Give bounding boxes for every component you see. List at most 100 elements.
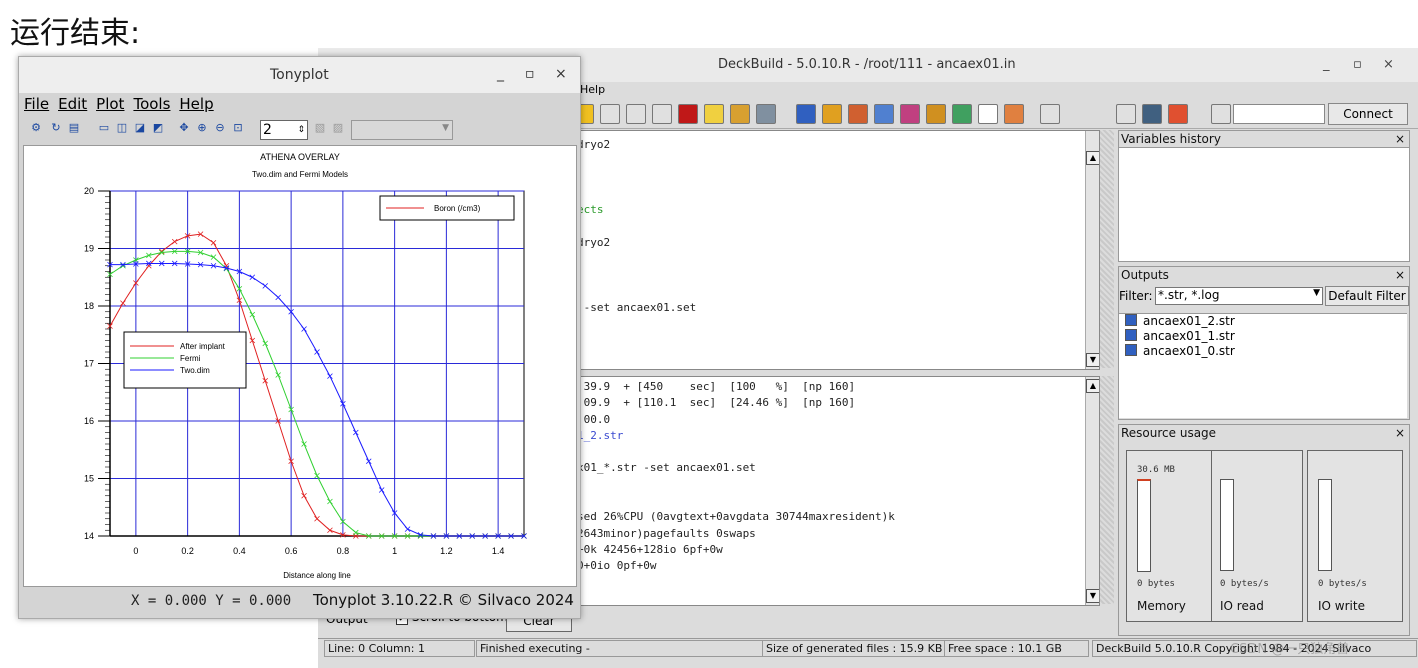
tt-overlay-icon[interactable]: ◪	[133, 121, 147, 135]
tool-next-icon[interactable]	[626, 104, 646, 124]
tony-menu-file[interactable]: File	[24, 95, 49, 113]
tony-minimize-icon[interactable]: _	[497, 66, 504, 82]
tonyplot-menubar: File Edit Plot Tools Help	[19, 93, 580, 115]
tt-prev-icon[interactable]: ▧	[313, 121, 327, 135]
io-write-base: 0 bytes/s	[1318, 579, 1367, 589]
outputs-close-icon[interactable]: ×	[1395, 267, 1405, 283]
tool-table-icon[interactable]	[1142, 104, 1162, 124]
x-tick-label: 1.4	[492, 546, 505, 556]
tool-editor-icon[interactable]	[874, 104, 894, 124]
outputs-panel: Outputs × Filter: *.str, *.log ▼ Default…	[1118, 266, 1410, 420]
tony-menu-tools[interactable]: Tools	[133, 95, 170, 113]
x-tick-label: 0.6	[285, 546, 298, 556]
variables-history-title: Variables history	[1121, 132, 1221, 146]
server-select[interactable]	[1233, 104, 1325, 124]
tool-window-icon[interactable]	[1040, 104, 1060, 124]
tool-folder-icon[interactable]	[730, 104, 750, 124]
output-file-name: ancaex01_0.str	[1143, 344, 1235, 358]
tonyplot-window: Tonyplot _ ▫ × File Edit Plot Tools Help ⚙ ↻…	[18, 56, 581, 619]
zoom-stepper[interactable]: 2 ⇕	[260, 120, 308, 140]
tt-next-icon[interactable]: ▨	[331, 121, 345, 135]
tt-cut-icon[interactable]: ◩	[151, 121, 165, 135]
menu-help[interactable]: Help	[580, 83, 605, 96]
minimize-icon[interactable]: _	[1323, 57, 1330, 72]
tool-mask-icon[interactable]	[900, 104, 920, 124]
tool-color-icon[interactable]	[1168, 104, 1188, 124]
legend-label: Fermi	[180, 354, 201, 363]
tt-pan-icon[interactable]: ✥	[177, 121, 191, 135]
tool-variable-icon[interactable]	[1116, 104, 1136, 124]
variables-history-panel: Variables history ×	[1118, 130, 1410, 262]
tool-stop-icon[interactable]	[678, 104, 698, 124]
output-scroll-up-icon[interactable]: ▲	[1086, 379, 1099, 393]
tool-tonyplot-icon[interactable]	[796, 104, 816, 124]
variables-history-header: Variables history ×	[1119, 131, 1409, 148]
memory-meter: 30.6 MB 0 bytes Memory	[1126, 450, 1212, 622]
tt-props-icon[interactable]: ⚙	[29, 121, 43, 135]
tony-maximize-icon[interactable]: ▫	[525, 66, 535, 82]
x-axis-label: Distance along line	[283, 571, 351, 580]
filter-select[interactable]: *.str, *.log ▼	[1155, 287, 1323, 305]
resource-usage-header: Resource usage ×	[1119, 425, 1409, 441]
tool-avp2-icon[interactable]	[1004, 104, 1024, 124]
io-read-base: 0 bytes/s	[1220, 579, 1269, 589]
tool-step-icon[interactable]	[600, 104, 620, 124]
maximize-icon[interactable]: ▫	[1353, 57, 1362, 72]
tt-zoom-in-icon[interactable]: ⊕	[195, 121, 209, 135]
tonyplot-title: Tonyplot	[270, 67, 329, 83]
output-scrollbar[interactable]: ▲ ▼	[1085, 377, 1099, 605]
plot-area[interactable]: 0 0.2 0.4 0.6 0.8 1 1.2 1.4 14 15 16 17 18 19 20 ATHENA…	[23, 145, 577, 587]
tony-menu-help[interactable]: Help	[179, 95, 213, 113]
tony-menu-edit[interactable]: Edit	[58, 95, 87, 113]
chart-subtitle: Two.dim and Fermi Models	[252, 170, 348, 179]
output-file-item[interactable]: ancaex01_1.str	[1119, 329, 1407, 344]
io-read-bar	[1220, 479, 1234, 571]
tool-devedit-icon[interactable]	[926, 104, 946, 124]
close-icon[interactable]: ×	[1383, 57, 1394, 72]
x-tick-label: 0.4	[233, 546, 246, 556]
tony-close-icon[interactable]: ×	[555, 66, 567, 82]
scroll-down-icon[interactable]: ▼	[1086, 353, 1099, 367]
plot-select[interactable]: ▼	[351, 120, 453, 140]
scroll-up-icon[interactable]: ▲	[1086, 151, 1099, 165]
tool-print-icon[interactable]	[756, 104, 776, 124]
code-line: :39.9 + [450 sec] [100 %] [np 160]	[577, 380, 856, 393]
tool-line-icon[interactable]	[652, 104, 672, 124]
tonyplot-footer: X = 0.000 Y = 0.000 Tonyplot 3.10.22.R ©…	[19, 587, 580, 617]
tool-avp-icon[interactable]	[978, 104, 998, 124]
divider-hatch	[1100, 130, 1114, 368]
tt-copy-icon[interactable]: ▭	[97, 121, 111, 135]
tt-print-icon[interactable]: ▤	[67, 121, 81, 135]
tool-athena-icon[interactable]	[822, 104, 842, 124]
resource-close-icon[interactable]: ×	[1395, 425, 1405, 441]
tony-menu-plot[interactable]: Plot	[96, 95, 124, 113]
tool-bulb-icon[interactable]	[704, 104, 724, 124]
variables-close-icon[interactable]: ×	[1395, 131, 1405, 147]
tool-chart-icon[interactable]	[952, 104, 972, 124]
status-size: Size of generated files : 15.9 KB	[762, 640, 945, 657]
tt-zoom-box-icon[interactable]: ⊡	[231, 121, 245, 135]
y-tick-label: 19	[84, 244, 94, 254]
outputs-file-list: ancaex01_2.str ancaex01_1.str ancaex01_0.s…	[1119, 313, 1407, 418]
io-read-label: IO read	[1220, 599, 1264, 613]
output-file-item[interactable]: ancaex01_2.str	[1119, 314, 1407, 329]
stepper-arrows-icon[interactable]: ⇕	[297, 121, 305, 139]
memory-label: Memory	[1137, 599, 1186, 613]
tool-atlas-icon[interactable]	[848, 104, 868, 124]
deckbuild-title: DeckBuild - 5.0.10.R - /root/111 - ancae…	[718, 57, 1016, 72]
tt-layer-icon[interactable]: ◫	[115, 121, 129, 135]
tt-refresh-icon[interactable]: ↻	[49, 121, 63, 135]
input-deck-scrollbar[interactable]: ▲ ▼	[1085, 131, 1099, 369]
tool-lock-icon[interactable]	[1211, 104, 1231, 124]
output-file-item[interactable]: ancaex01_0.str	[1119, 344, 1407, 359]
output-scroll-down-icon[interactable]: ▼	[1086, 589, 1099, 603]
y-tick-label: 17	[84, 359, 94, 369]
filter-label: Filter:	[1119, 289, 1153, 303]
dropdown-arrow-icon[interactable]: ▼	[1313, 288, 1320, 298]
default-filter-button[interactable]: Default Filter	[1325, 286, 1409, 306]
code-line: :09.9 + [110.1 sec] [24.46 %] [np 160]	[577, 396, 856, 410]
connect-button[interactable]: Connect	[1328, 103, 1408, 125]
tt-zoom-out-icon[interactable]: ⊖	[213, 121, 227, 135]
plot-select-arrow-icon[interactable]: ▼	[442, 123, 449, 133]
